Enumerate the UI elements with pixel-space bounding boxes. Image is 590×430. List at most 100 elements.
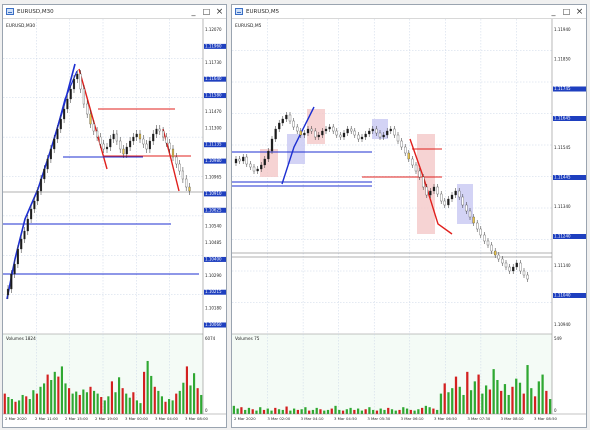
volume-bar [285,406,288,414]
candle-body [479,228,482,236]
chart-window-m5[interactable]: EURUSD,M5 _ □ × 1.11940 1.11850 1.11745 1.1… [231,4,587,428]
volume-bar [349,407,352,414]
candle-body [274,128,277,140]
volume-bar [451,388,454,414]
candle-body [245,156,248,165]
candle-body [386,130,389,136]
volume-bar [236,408,239,414]
volume-bar [345,409,348,414]
volume-bar [53,371,56,414]
volume-bar [458,386,461,414]
candle-body [468,210,472,218]
maximize-button[interactable]: □ [200,6,213,18]
volume-bar [14,401,17,414]
candle-body [135,133,138,138]
volume-bar [93,390,96,414]
volume-bar [178,390,181,414]
price-label: 1.11645 [554,116,571,121]
candle-body [13,263,16,275]
candle-body [404,146,407,154]
price-label: 1.11850 [554,57,571,62]
candle-body [339,134,342,138]
volume-bar [390,409,394,414]
minimize-button[interactable]: _ [547,6,560,18]
candle-body [267,150,270,160]
price-label: 1.10540 [205,224,222,229]
candle-body [20,238,23,250]
volume-bar [64,383,67,414]
volume-bar [296,409,300,414]
volume-bar [330,408,333,414]
candle-body [43,168,46,180]
volume-bar [43,383,46,414]
candle-body [53,138,56,150]
window-titlebar[interactable]: EURUSD,M5 _ □ × [232,5,586,19]
candle-body [142,138,145,145]
candle-body [263,158,266,166]
volume-bar [171,400,174,414]
candle-body [483,234,486,242]
candle-body [335,130,338,136]
candle-body [6,288,10,296]
candle-body [165,136,168,144]
volume-bar [255,410,258,414]
candle-body [26,218,29,232]
volume-bar [511,386,514,414]
candle-body [129,140,132,148]
volume-bar [323,410,326,414]
candle-body [522,270,526,276]
candle-body [303,132,306,136]
candle-body [342,132,346,138]
time-label: 3 Mar 06:10 [401,416,425,421]
price-label: 1.11140 [554,263,571,268]
candle-body [99,136,102,145]
candle-body [171,148,175,158]
volume-bar [60,366,63,414]
candle-body [82,88,85,105]
volume-indicator-label: Volumes 1824 [6,336,36,341]
candle-body [270,138,274,152]
window-titlebar[interactable]: EURUSD,M30 _ □ × [3,5,226,19]
volume-bar [488,389,492,414]
price-label: 1.10625 [205,207,222,212]
candle-body [285,114,288,120]
volume-bar [175,393,178,414]
candle-body [33,200,36,210]
chart-symbol-label: EURUSD,M30 [6,23,35,29]
candle-body [66,98,69,110]
volume-bar [507,394,510,414]
candle-body [447,198,450,206]
close-button[interactable]: × [213,6,226,18]
close-button[interactable]: × [573,6,586,18]
volume-bar [114,392,117,414]
volume-bar [424,405,428,414]
volume-bar [39,386,42,414]
candle-body [440,193,443,202]
price-label: 1.10910 [205,191,222,196]
chart-window-m30[interactable]: EURUSD,M30 _ □ × 1.12070 1.11960 1.11730 1.… [2,4,227,428]
candle-body [454,190,457,196]
volume-bar [125,393,128,414]
maximize-button[interactable]: □ [560,6,573,18]
volume-bar [304,407,307,414]
candle-body [89,113,92,125]
price-label: 1.11445 [554,175,571,180]
volume-bar [375,410,379,414]
candle-body [278,122,281,130]
volume-bar [462,394,465,414]
volume-bar [96,393,99,414]
candle-body [332,126,335,132]
candle-body [501,258,504,264]
candle-body [168,142,171,150]
time-label: 3 Mar 08:50 [534,416,558,421]
price-chart[interactable]: 1.12070 1.11960 1.11730 1.11640 1.11580 1.114… [3,19,227,428]
candle-body [238,158,241,162]
time-label: 3 Mar 05:30 [367,416,391,421]
price-chart[interactable]: 1.11940 1.11850 1.11745 1.11645 1.11545 1.114… [232,19,587,428]
price-label: 1.10060 [205,322,222,327]
candle-body [125,146,128,155]
volume-bar [32,390,35,414]
minimize-button[interactable]: _ [187,6,200,18]
volume-bar [247,407,251,414]
candle-body [515,262,518,268]
